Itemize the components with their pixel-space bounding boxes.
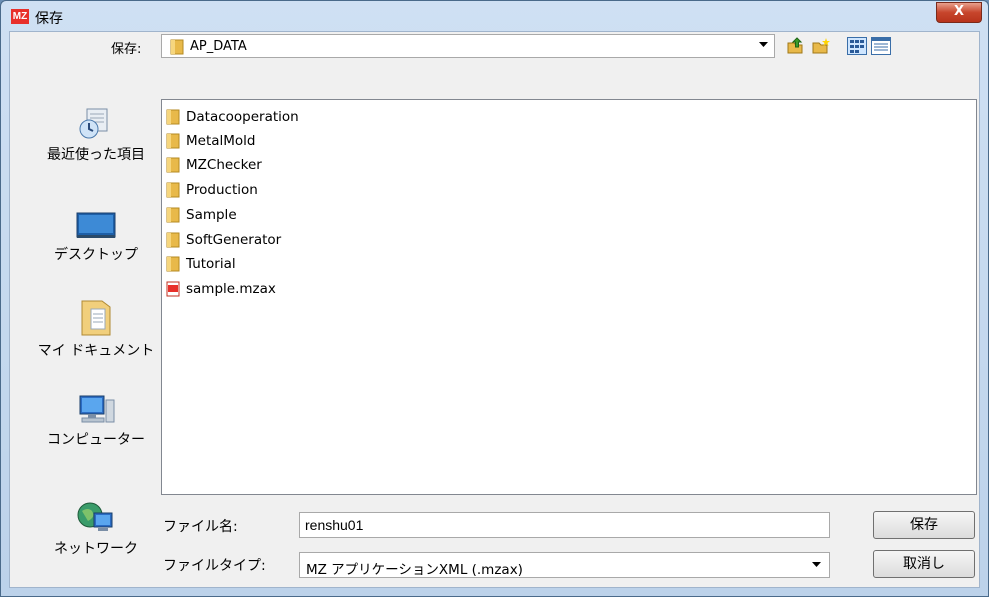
list-item[interactable]: MZChecker bbox=[166, 154, 262, 176]
list-view-icon[interactable] bbox=[847, 37, 867, 55]
list-item[interactable]: Tutorial bbox=[166, 253, 236, 275]
place-label: デスクトップ bbox=[54, 247, 138, 263]
filetype-dropdown[interactable]: MZ アプリケーションXML (.mzax) bbox=[299, 552, 830, 578]
place-my-documents[interactable]: マイ ドキュメント bbox=[37, 297, 155, 362]
place-network[interactable]: ネットワーク bbox=[37, 501, 155, 560]
filename-label: ファイル名: bbox=[163, 519, 238, 535]
place-label: コンピューター bbox=[47, 432, 145, 448]
save-in-value: AP_DATA bbox=[190, 39, 247, 54]
save-in-dropdown[interactable]: AP_DATA bbox=[161, 34, 775, 58]
save-in-label: 保存: bbox=[111, 42, 142, 57]
place-desktop[interactable]: デスクトップ bbox=[37, 211, 155, 266]
app-logo-icon: MZ bbox=[11, 9, 29, 24]
place-label: 最近使った項目 bbox=[47, 147, 145, 163]
up-folder-icon[interactable] bbox=[785, 37, 805, 55]
folder-icon bbox=[166, 207, 180, 223]
folder-icon bbox=[170, 39, 184, 55]
list-item[interactable]: Datacooperation bbox=[166, 106, 299, 128]
network-icon bbox=[77, 502, 113, 531]
window-title: 保存 bbox=[35, 11, 63, 27]
recent-items-icon bbox=[79, 108, 108, 139]
cancel-button[interactable]: 取消し bbox=[873, 550, 975, 578]
file-name: SoftGenerator bbox=[186, 232, 282, 248]
folder-icon bbox=[166, 232, 180, 248]
computer-icon bbox=[79, 395, 115, 423]
save-button[interactable]: 保存 bbox=[873, 511, 975, 539]
folder-icon bbox=[166, 157, 180, 173]
chevron-down-icon bbox=[812, 562, 821, 567]
chevron-down-icon bbox=[759, 42, 768, 47]
file-name: Datacooperation bbox=[186, 109, 299, 125]
place-computer[interactable]: コンピューター bbox=[37, 394, 155, 451]
my-documents-icon bbox=[81, 300, 111, 336]
file-name: MetalMold bbox=[186, 133, 256, 149]
filetype-value: MZ アプリケーションXML (.mzax) bbox=[306, 562, 523, 578]
list-item[interactable]: Production bbox=[166, 179, 258, 201]
file-name: sample.mzax bbox=[186, 281, 276, 297]
save-dialog: MZ 保存 X 保存: AP_DATA 最近使った項目 デスクトップ マイ ドキ… bbox=[0, 0, 989, 597]
folder-icon bbox=[166, 133, 180, 149]
folder-icon bbox=[166, 109, 180, 125]
list-item[interactable]: MetalMold bbox=[166, 130, 256, 152]
place-label: マイ ドキュメント bbox=[37, 343, 155, 359]
file-name: MZChecker bbox=[186, 157, 262, 173]
desktop-icon bbox=[76, 212, 116, 238]
title-bar[interactable]: MZ 保存 X bbox=[1, 1, 988, 31]
file-list[interactable]: Datacooperation MetalMold MZChecker Prod… bbox=[161, 99, 977, 495]
close-button[interactable]: X bbox=[936, 2, 982, 23]
filetype-label: ファイルタイプ: bbox=[163, 558, 266, 574]
list-item[interactable]: SoftGenerator bbox=[166, 229, 281, 251]
new-folder-icon[interactable] bbox=[811, 37, 831, 55]
place-label: ネットワーク bbox=[54, 541, 138, 557]
file-name: Sample bbox=[186, 207, 237, 223]
folder-icon bbox=[166, 182, 180, 198]
place-recent-items[interactable]: 最近使った項目 bbox=[37, 105, 155, 166]
list-item[interactable]: sample.mzax bbox=[166, 278, 276, 300]
list-item[interactable]: Sample bbox=[166, 204, 237, 226]
file-name: Tutorial bbox=[186, 256, 236, 272]
details-view-icon[interactable] bbox=[871, 37, 891, 55]
mzax-file-icon bbox=[166, 281, 180, 297]
folder-icon bbox=[166, 256, 180, 272]
file-name: Production bbox=[186, 182, 258, 198]
filename-input[interactable] bbox=[299, 512, 830, 538]
